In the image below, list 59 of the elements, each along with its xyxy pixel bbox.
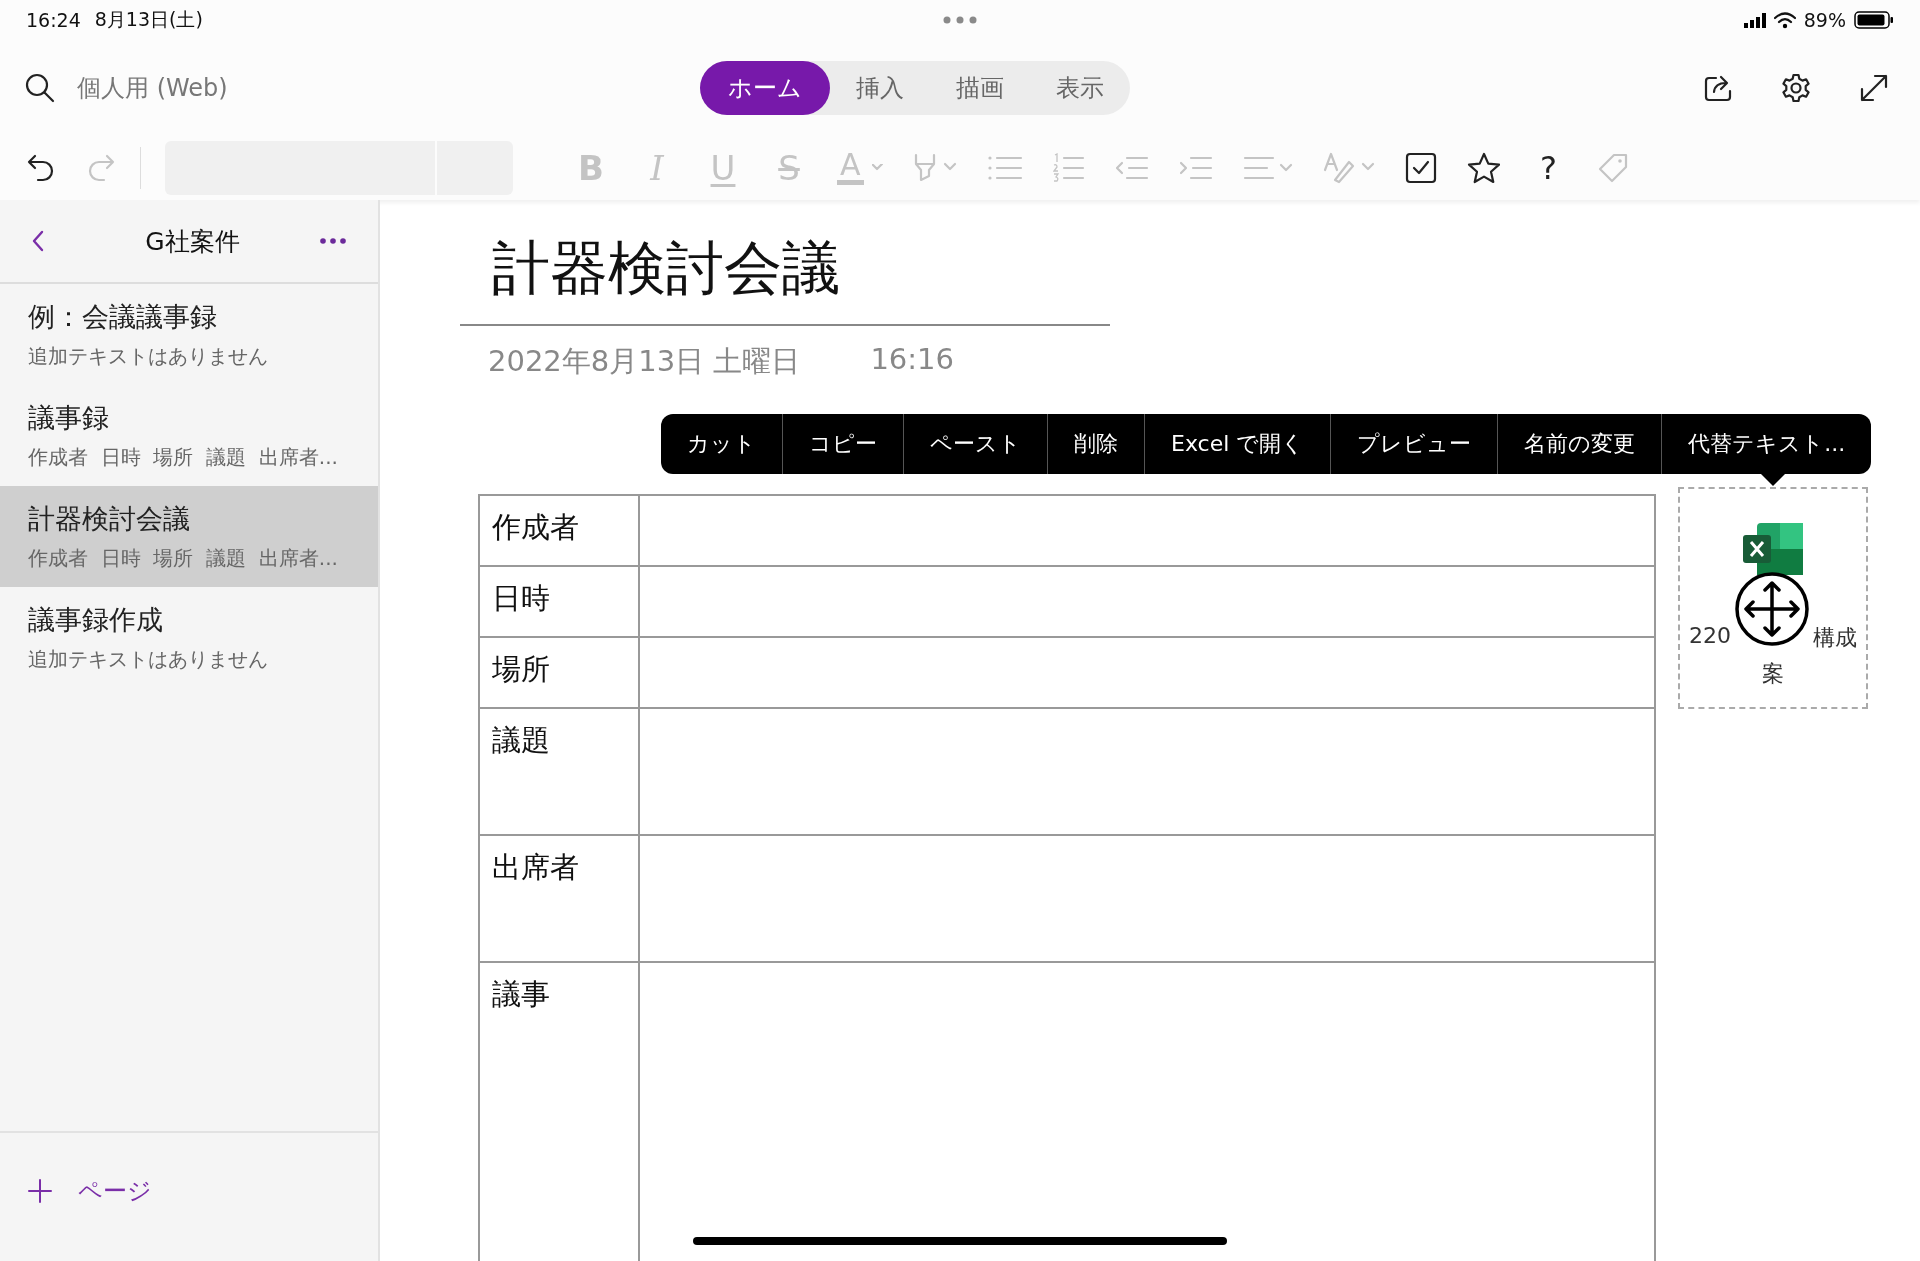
table-cell: 作成者 (480, 496, 640, 565)
move-handle-icon[interactable] (1734, 571, 1810, 647)
battery-icon (1854, 11, 1894, 29)
table-cell: 場所 (480, 638, 640, 707)
page-preview: 作成者 日時 場所 議題 出席者... (28, 545, 339, 572)
more-icon[interactable] (943, 16, 977, 24)
page-list-item[interactable]: 例：会議議事録 追加テキストはありません (0, 284, 378, 385)
context-menu-item[interactable]: 削除 (1047, 414, 1144, 474)
ribbon-tab[interactable]: 表示 (1030, 60, 1130, 115)
page-title: 議事録作成 (28, 603, 164, 637)
page-heading: 計器検討会議 (492, 233, 841, 304)
search-icon[interactable] (24, 72, 55, 103)
ribbon-tab[interactable]: 挿入 (830, 60, 930, 115)
context-menu-item[interactable]: カット (661, 414, 782, 474)
context-menu-item[interactable]: Excel で開く (1144, 414, 1331, 474)
status-date: 8月13日(土) (94, 7, 203, 32)
more-icon[interactable] (320, 238, 346, 244)
page-preview: 作成者 日時 場所 議題 出席者... (28, 444, 339, 471)
table-cell: 出席者 (480, 836, 640, 961)
back-icon[interactable] (32, 230, 45, 252)
table-cell: 議題 (480, 709, 640, 834)
file-name: 220 (1689, 623, 1731, 650)
context-menu-item[interactable]: 名前の変更 (1497, 414, 1662, 474)
page-list-item[interactable]: 議事録作成 追加テキストはありません (0, 587, 378, 688)
wifi-icon (1773, 11, 1796, 29)
star-icon[interactable] (1466, 151, 1501, 184)
settings-icon[interactable] (1780, 71, 1812, 104)
page-preview: 追加テキストはありません (28, 343, 269, 370)
context-menu-item[interactable]: ペースト (903, 414, 1047, 474)
page-title: 例：会議議事録 (28, 300, 218, 334)
add-page-button[interactable]: ページ (28, 1175, 152, 1207)
file-name: 構成 (1813, 624, 1857, 652)
status-time: 16:24 (26, 9, 81, 31)
home-indicator[interactable] (693, 1237, 1227, 1245)
help-button[interactable]: ? (1530, 148, 1567, 187)
notebook-section-title: G社案件 (145, 225, 240, 258)
page-preview: 追加テキストはありません (28, 646, 269, 673)
ribbon-tab[interactable]: ホーム (700, 60, 830, 115)
ribbon-tab[interactable]: 描画 (930, 60, 1030, 115)
checkbox-icon[interactable] (1404, 151, 1437, 184)
page-title: 計器検討会議 (28, 502, 191, 536)
search-field[interactable]: 個人用 (Web) (75, 72, 379, 103)
context-menu-item[interactable]: プレビュー (1330, 414, 1498, 474)
page-list-item[interactable]: 議事録 作成者 日時 場所 議題 出席者... (0, 385, 378, 486)
page-time: 16:16 (870, 342, 954, 378)
table-cell: 議事 (480, 963, 640, 1261)
signal-icon (1743, 12, 1766, 28)
battery-percent: 89% (1803, 9, 1846, 31)
spreadsheet-file-icon (1743, 523, 1803, 575)
page-list-item[interactable]: 計器検討会議 作成者 日時 場所 議題 出席者... (0, 486, 378, 587)
attachment-frame[interactable]: 220 構成 案 (1678, 487, 1868, 709)
table-cell: 日時 (480, 567, 640, 636)
plus-icon (28, 1179, 52, 1203)
context-menu-item[interactable]: 代替テキスト... (1661, 414, 1872, 474)
file-name: 案 (1761, 660, 1785, 688)
page-date: 2022年8月13日 土曜日 (488, 343, 801, 380)
page-title: 議事録 (28, 401, 110, 435)
context-menu-item[interactable]: コピー (782, 414, 903, 474)
caret-icon (871, 164, 883, 171)
